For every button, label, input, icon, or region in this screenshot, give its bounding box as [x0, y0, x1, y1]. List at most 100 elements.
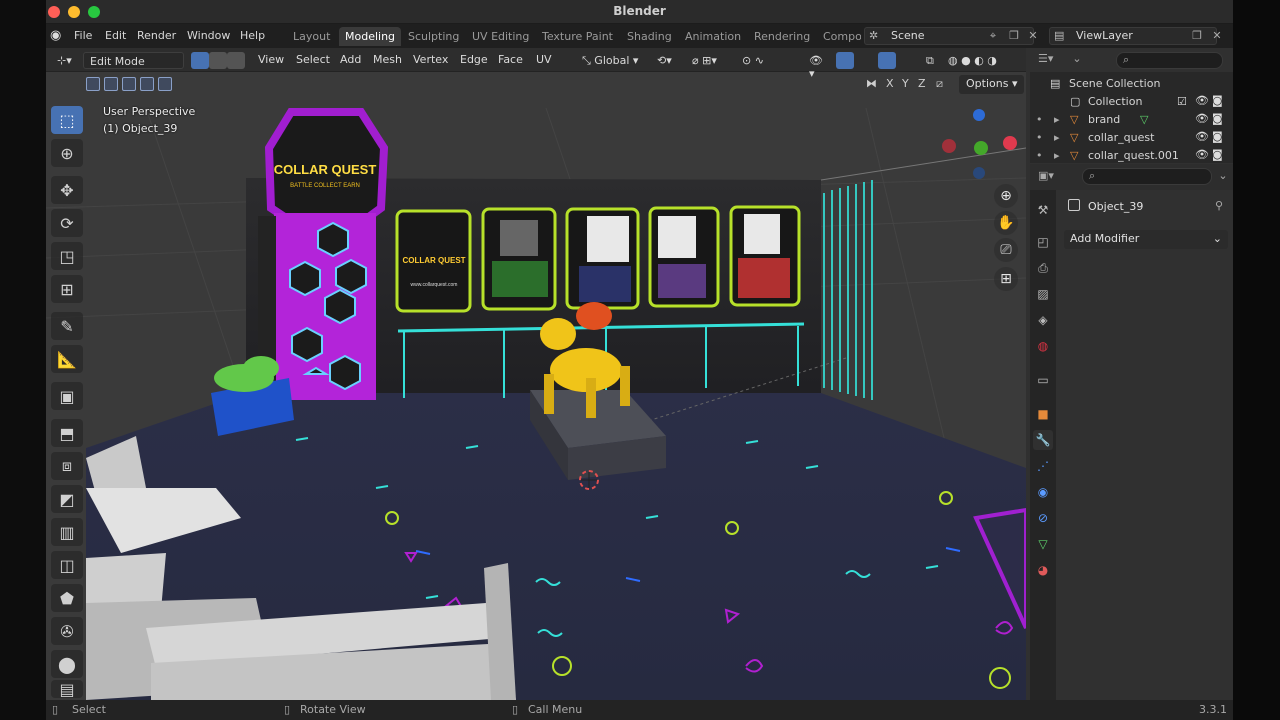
menu-window[interactable]: Window [187, 29, 230, 42]
constraints-tab-icon[interactable]: ⊘ [1033, 508, 1053, 528]
rotate-tool[interactable]: ⟳ [51, 209, 83, 237]
scene-tab-icon[interactable]: ◈ [1033, 310, 1053, 330]
spin-tool[interactable]: ✇ [51, 617, 83, 645]
collection-checkbox[interactable]: ☑ [1177, 95, 1187, 108]
gizmo-neg-x-axis[interactable] [942, 139, 956, 153]
expand-arrow-icon[interactable]: ▸ [1054, 113, 1060, 126]
transform-tool[interactable]: ⊞ [51, 275, 83, 303]
menu-view[interactable]: View [258, 53, 284, 66]
camera-view-icon[interactable]: ⎚ [994, 238, 1018, 262]
menu-file[interactable]: File [74, 29, 92, 42]
topology-mirror-icon[interactable]: ⧄ [936, 77, 943, 91]
select-subtract-icon[interactable] [122, 77, 136, 91]
blender-logo-icon[interactable]: ◉ [50, 28, 65, 43]
overlay-toggle-icon[interactable] [878, 52, 896, 69]
inset-tool[interactable]: ⧈ [51, 452, 83, 480]
menu-mesh[interactable]: Mesh [373, 53, 402, 66]
options-dropdown[interactable]: Options ▾ [959, 75, 1025, 94]
annotate-tool[interactable]: ✎ [51, 312, 83, 340]
view-layer-tab-icon[interactable]: ▨ [1033, 284, 1053, 304]
menu-add[interactable]: Add [340, 53, 361, 66]
pin-icon[interactable]: ⚲ [1212, 199, 1226, 213]
pivot-icon[interactable]: ⟲▾ [651, 52, 681, 69]
material-tab-icon[interactable]: ◕ [1033, 560, 1053, 580]
expand-arrow-icon[interactable]: ▸ [1054, 131, 1060, 144]
zoom-icon[interactable]: ⊕ [994, 184, 1018, 208]
gizmo-neg-z-axis[interactable] [973, 167, 985, 179]
tab-animation[interactable]: Animation [679, 27, 747, 46]
select-invert-icon[interactable] [140, 77, 154, 91]
tab-shading[interactable]: Shading [621, 27, 678, 46]
outliner-row-collar-quest-001[interactable]: • ▸ ▽ collar_quest.001 👁 ◙ [1030, 147, 1233, 163]
vertex-select-icon[interactable] [191, 52, 209, 69]
tab-texture-paint[interactable]: Texture Paint [536, 27, 619, 46]
add-modifier-dropdown[interactable]: Add Modifier ⌄ [1064, 230, 1228, 249]
loop-cut-tool[interactable]: ▥ [51, 518, 83, 546]
mirror-y-toggle[interactable]: Y [902, 77, 909, 90]
bevel-tool[interactable]: ◩ [51, 485, 83, 513]
extrude-tool[interactable]: ⬒ [51, 419, 83, 447]
camera-icon[interactable]: ◙ [1212, 94, 1223, 107]
menu-uv[interactable]: UV [536, 53, 552, 66]
menu-render[interactable]: Render [137, 29, 176, 42]
select-extend-icon[interactable] [104, 77, 118, 91]
mirror-z-toggle[interactable]: Z [918, 77, 926, 90]
face-select-icon[interactable] [227, 52, 245, 69]
outliner-editor-icon[interactable]: ☰▾ [1038, 52, 1053, 66]
camera-icon[interactable]: ◙ [1212, 148, 1223, 161]
eye-icon[interactable]: 👁 [1195, 112, 1209, 125]
new-viewlayer-icon[interactable]: ❐ [1190, 29, 1204, 43]
gizmo-toggle-icon[interactable] [836, 52, 854, 69]
pan-hand-icon[interactable]: ✋ [994, 211, 1018, 235]
proportional-edit-icon[interactable]: ⊙ ∿ [736, 52, 776, 69]
tab-compositing[interactable]: Compo [817, 27, 861, 46]
particles-tab-icon[interactable]: ⋰ [1033, 456, 1053, 476]
modifier-tab-icon[interactable]: 🔧 [1033, 430, 1053, 450]
data-tab-icon[interactable]: ▽ [1033, 534, 1053, 554]
cursor-tool[interactable]: ⊕ [51, 139, 83, 167]
physics-tab-icon[interactable]: ◉ [1033, 482, 1053, 502]
ortho-grid-icon[interactable]: ⊞ [994, 267, 1018, 291]
move-tool[interactable]: ✥ [51, 176, 83, 204]
tab-rendering[interactable]: Rendering [748, 27, 816, 46]
menu-select[interactable]: Select [296, 53, 330, 66]
world-tab-icon[interactable]: ◍ [1033, 336, 1053, 356]
shrink-fatten-tool[interactable]: ▤ [51, 680, 83, 699]
editor-type-icon[interactable]: ⊹▾ [51, 52, 77, 69]
camera-icon[interactable]: ◙ [1212, 130, 1223, 143]
eye-icon[interactable]: 👁 [1195, 94, 1209, 107]
select-new-icon[interactable] [86, 77, 100, 91]
gizmo-x-axis[interactable] [1003, 136, 1017, 150]
add-cube-tool[interactable]: ▣ [51, 382, 83, 410]
orientation-selector[interactable]: ⤡ Global ▾ [576, 52, 648, 69]
outliner-row-brand[interactable]: • ▸ ▽ brand ▽ 👁 ◙ [1030, 111, 1233, 129]
poly-build-tool[interactable]: ⬟ [51, 584, 83, 612]
tool-tab-icon[interactable]: ⚒ [1033, 200, 1053, 220]
knife-tool[interactable]: ◫ [51, 551, 83, 579]
properties-editor-icon[interactable]: ▣▾ [1038, 169, 1054, 183]
delete-viewlayer-icon[interactable]: ✕ [1210, 29, 1224, 43]
filter-display-icon[interactable]: ⌄ [1070, 52, 1084, 66]
object-tab-icon[interactable]: ■ [1033, 404, 1053, 424]
mode-selector[interactable]: Edit Mode [83, 52, 184, 69]
tab-modeling[interactable]: Modeling [339, 27, 402, 46]
menu-help[interactable]: Help [240, 29, 265, 42]
outliner-row-collection[interactable]: ▢ Collection ☑ 👁 ◙ [1030, 93, 1233, 111]
menu-vertex[interactable]: Vertex [413, 53, 448, 66]
expand-arrow-icon[interactable]: ▸ [1054, 149, 1060, 162]
visibility-icon[interactable]: 👁▾ [803, 52, 833, 80]
pin-icon[interactable]: ⌖ [986, 29, 1000, 43]
edge-select-icon[interactable] [209, 52, 227, 69]
measure-tool[interactable]: 📐 [51, 345, 83, 373]
output-tab-icon[interactable]: ⎙ [1033, 258, 1053, 278]
outliner-row-scene-collection[interactable]: ▤ Scene Collection [1030, 75, 1233, 93]
snap-icon[interactable]: ⌀ ⊞▾ [686, 52, 728, 69]
outliner-row-collar-quest[interactable]: • ▸ ▽ collar_quest 👁 ◙ [1030, 129, 1233, 147]
smooth-tool[interactable]: ⬤ [51, 650, 83, 678]
scale-tool[interactable]: ◳ [51, 242, 83, 270]
outliner-search-input[interactable]: ⌕ [1116, 52, 1223, 69]
shading-modes-icon[interactable]: ◍ ● ◐ ◑ [942, 52, 1026, 69]
eye-icon[interactable]: 👁 [1195, 130, 1209, 143]
tab-layout[interactable]: Layout [287, 27, 336, 46]
menu-face[interactable]: Face [498, 53, 523, 66]
